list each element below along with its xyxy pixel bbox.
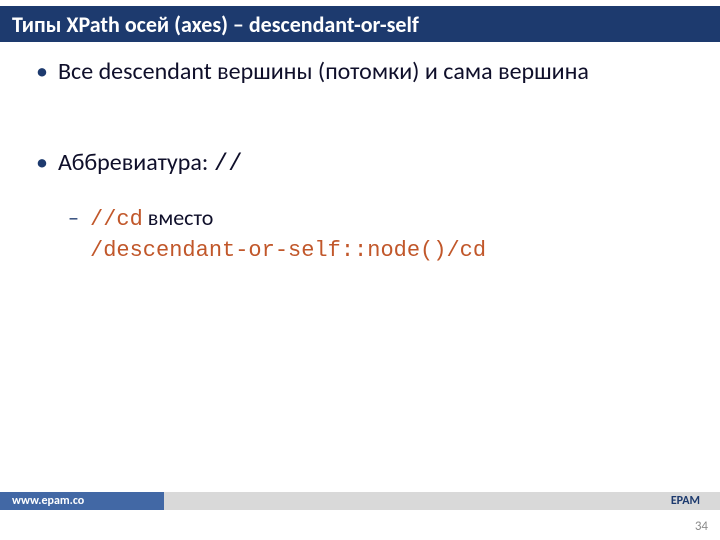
bullet-2-prefix: Аббревиатура: <box>58 148 214 177</box>
slide-body: Все descendant вершины (потомки) и сама … <box>36 56 686 326</box>
title-text: Типы XPath осей (axes) – descendant-or-s… <box>12 11 419 38</box>
bullet-1-text: Все descendant вершины (потомки) и сама … <box>58 57 589 86</box>
page-number: 34 <box>695 519 708 534</box>
slide: Типы XPath осей (axes) – descendant-or-s… <box>0 0 720 540</box>
sub1-code-b: /descendant-or-self::node()/cd <box>90 238 486 263</box>
footer-brand: EPAM <box>671 494 720 508</box>
bullet-2-code: // <box>214 151 243 178</box>
footer-url: www.epam.co <box>0 492 164 510</box>
slide-title: Типы XPath осей (axes) – descendant-or-s… <box>0 6 720 42</box>
footer-bar: www.epam.co EPAM <box>0 492 720 510</box>
bullet-2: Аббревиатура: // //cd вместо /descendant… <box>36 147 686 265</box>
subbullet-1: //cd вместо /descendant-or-self::node()/… <box>68 204 686 265</box>
sub1-code-a: //cd <box>90 207 143 232</box>
sub1-mid: вместо <box>143 204 214 231</box>
bullet-1: Все descendant вершины (потомки) и сама … <box>36 56 686 87</box>
